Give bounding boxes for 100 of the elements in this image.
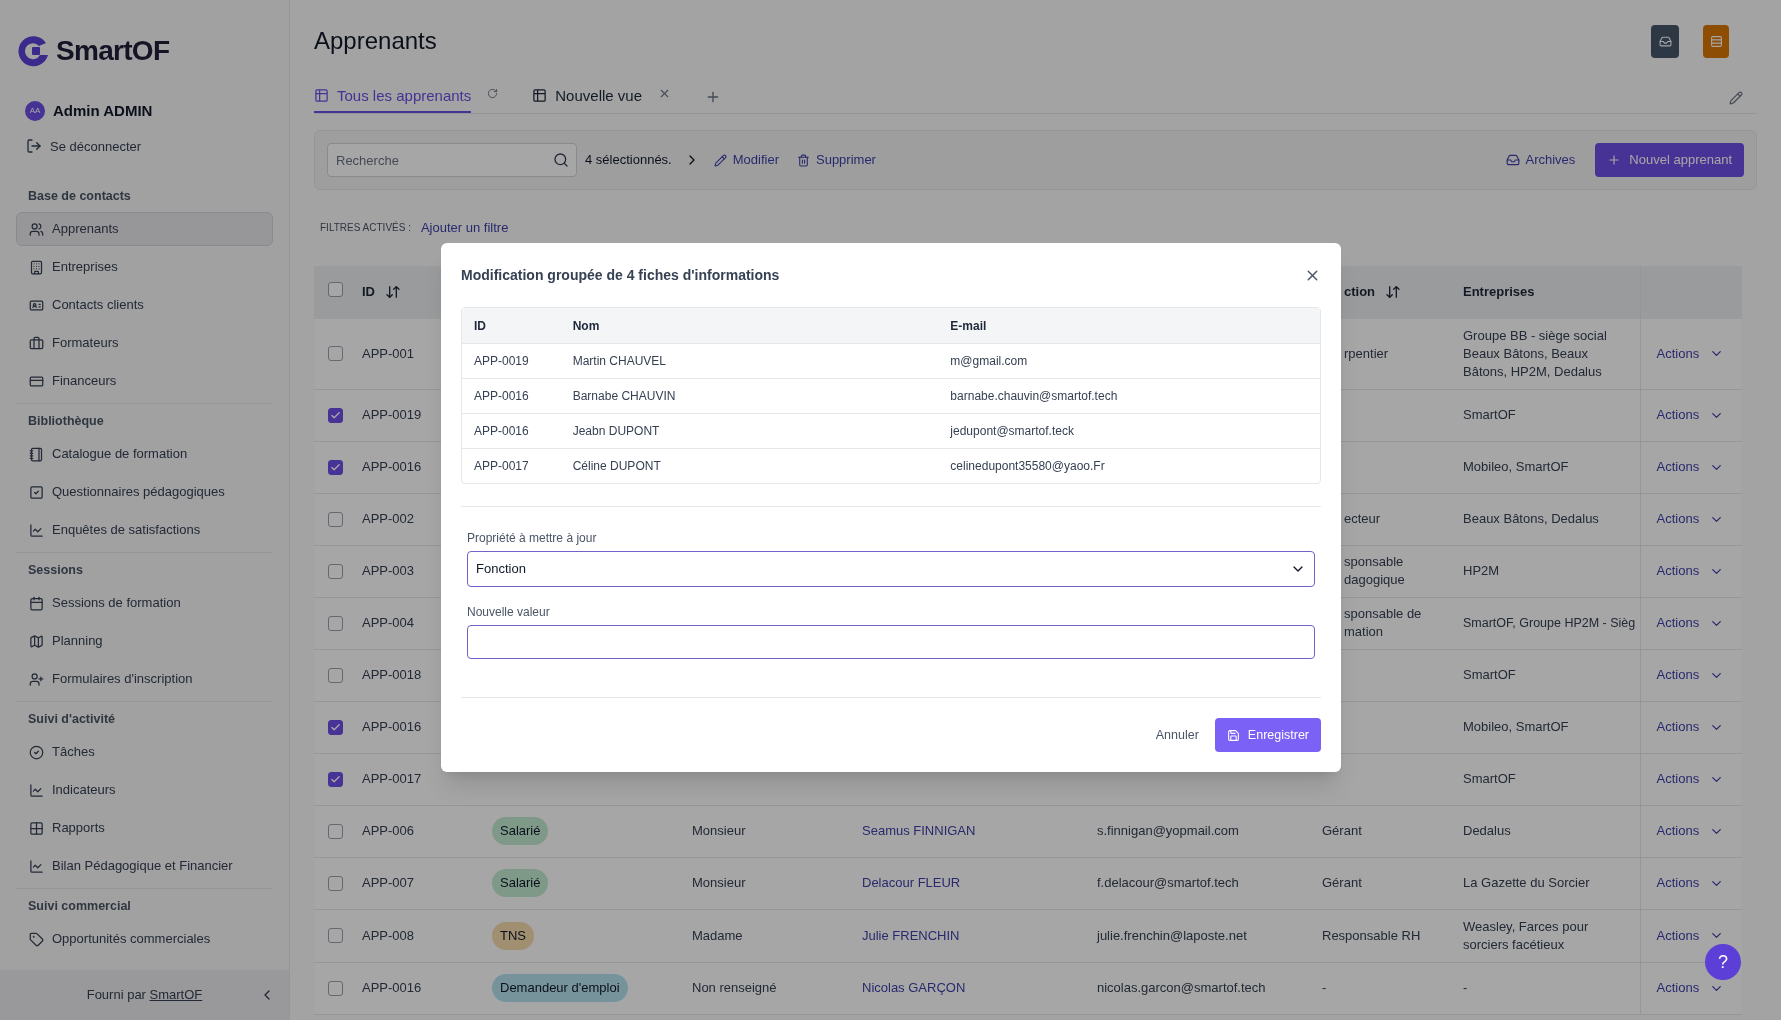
checkbox[interactable] bbox=[328, 407, 343, 423]
search-field[interactable]: Recherche bbox=[327, 143, 577, 177]
checkbox[interactable] bbox=[328, 667, 343, 683]
refresh-icon[interactable] bbox=[487, 88, 499, 100]
sidebar-item[interactable]: Indicateurs bbox=[16, 773, 273, 807]
sidebar-item[interactable]: Sessions de formation bbox=[16, 586, 273, 620]
table-cell: Beaux Bâtons, Dedalus bbox=[1463, 511, 1599, 526]
sidebar-item[interactable]: Financeurs bbox=[16, 364, 273, 398]
checkbox[interactable] bbox=[328, 346, 343, 361]
sidebar-item[interactable]: Bilan Pédagogique et Financier bbox=[16, 849, 273, 883]
sidebar-item[interactable]: Contacts clients bbox=[16, 288, 273, 322]
checkbox[interactable] bbox=[328, 459, 343, 475]
learner-link[interactable]: Nicolas GARÇON bbox=[862, 980, 966, 995]
section-title: Base de contacts bbox=[28, 188, 132, 206]
new-value-field[interactable] bbox=[467, 625, 1315, 659]
column-header: ID bbox=[362, 283, 375, 301]
table-cell: SmartOF bbox=[1463, 407, 1516, 422]
checkbox[interactable] bbox=[328, 719, 343, 735]
sidebar-item[interactable]: Rapports bbox=[16, 811, 273, 845]
section-title: Sessions bbox=[28, 562, 84, 580]
actions-dropdown[interactable]: Actions bbox=[1656, 562, 1725, 580]
learner-link[interactable]: Julie FRENCHIN bbox=[862, 927, 960, 943]
table-cell: nicolas.garcon@smartof.tech bbox=[1097, 980, 1266, 995]
sidebar-item[interactable]: Planning bbox=[16, 624, 273, 658]
checkbox[interactable] bbox=[328, 615, 343, 631]
dialog-title: Modification groupée de 4 fiches d'informations bbox=[461, 265, 780, 285]
actions-dropdown[interactable]: Actions bbox=[1656, 614, 1725, 632]
table-cell: Barnabe CHAUVIN bbox=[572, 389, 676, 403]
edit-icon[interactable] bbox=[1729, 91, 1743, 105]
inbox-icon bbox=[1505, 153, 1520, 167]
learner-link[interactable]: Delacour FLEUR bbox=[862, 875, 961, 890]
save-button[interactable]: Enregistrer bbox=[1214, 718, 1321, 752]
actions-dropdown[interactable]: Actions bbox=[1656, 406, 1725, 424]
sidebar-item[interactable]: Questionnaires pédagogiques bbox=[16, 475, 273, 509]
sidebar-item[interactable]: Entreprises bbox=[16, 250, 273, 284]
table-cell: julie.frenchin@laposte.net bbox=[1097, 927, 1247, 943]
view-tab[interactable]: Nouvelle vue bbox=[532, 84, 642, 113]
table-cell: Monsieur bbox=[692, 875, 746, 890]
delete-button[interactable]: Supprimer bbox=[797, 150, 876, 170]
checkbox[interactable] bbox=[328, 511, 343, 527]
actions-dropdown[interactable]: Actions bbox=[1656, 822, 1725, 840]
sidebar-item[interactable]: Formateurs bbox=[16, 326, 273, 360]
actions-dropdown[interactable]: Actions bbox=[1656, 718, 1725, 736]
sidebar-item[interactable]: Opportunités commerciales bbox=[16, 922, 273, 956]
new-learner-button[interactable]: Nouvel apprenant bbox=[1595, 143, 1744, 177]
add-filter-link[interactable]: Ajouter un filtre bbox=[420, 218, 509, 238]
sidebar-item[interactable]: Apprenants bbox=[16, 212, 273, 246]
archives-button[interactable]: Archives bbox=[1505, 150, 1576, 170]
actions-dropdown[interactable]: Actions bbox=[1656, 770, 1725, 788]
checkbox[interactable] bbox=[328, 282, 343, 297]
actions-dropdown[interactable]: Actions bbox=[1656, 510, 1725, 528]
actions-dropdown[interactable]: Actions bbox=[1656, 344, 1725, 363]
sidebar-item[interactable]: Formulaires d'inscription bbox=[16, 662, 273, 696]
checkbox[interactable] bbox=[328, 771, 343, 787]
list-button[interactable] bbox=[1703, 24, 1729, 58]
trash-icon bbox=[797, 153, 810, 167]
table-cell: APP-0016 bbox=[474, 389, 529, 403]
checkbox[interactable] bbox=[328, 563, 343, 579]
add-tab-icon[interactable] bbox=[705, 89, 721, 105]
table-cell: Non renseigné bbox=[692, 980, 777, 995]
tag-icon bbox=[29, 931, 44, 947]
checkbox[interactable] bbox=[328, 980, 343, 996]
page-title: Apprenants bbox=[314, 26, 437, 56]
sidebar-item[interactable]: Enquêtes de satisfactions bbox=[16, 513, 273, 547]
check-icon bbox=[330, 461, 341, 473]
table-cell: APP-0018 bbox=[362, 667, 422, 682]
footer-link[interactable]: SmartOF bbox=[149, 987, 203, 1003]
actions-dropdown[interactable]: Actions bbox=[1656, 458, 1725, 476]
checkbox[interactable] bbox=[328, 875, 343, 891]
checkbox-icon bbox=[29, 484, 44, 500]
view-tab[interactable]: Tous les apprenants bbox=[314, 84, 472, 113]
property-select[interactable]: Fonction bbox=[467, 551, 1315, 587]
edit-button[interactable]: Modifier bbox=[713, 150, 779, 170]
table-cell: APP-0017 bbox=[474, 459, 529, 473]
table-cell: Madame bbox=[692, 927, 743, 943]
sidebar-item[interactable]: Tâches bbox=[16, 735, 273, 769]
briefcase-icon bbox=[29, 335, 44, 351]
actions-dropdown[interactable]: Actions bbox=[1656, 666, 1725, 684]
sort-icon[interactable] bbox=[1385, 284, 1402, 300]
checkbox[interactable] bbox=[328, 823, 343, 839]
table-cell: APP-007 bbox=[362, 875, 415, 890]
id-card-icon bbox=[29, 297, 44, 313]
actions-dropdown[interactable]: Actions bbox=[1656, 979, 1725, 997]
learner-link[interactable]: Seamus FINNIGAN bbox=[862, 823, 976, 838]
logout-link[interactable]: Se déconnecter bbox=[26, 136, 142, 156]
sort-icon[interactable] bbox=[385, 284, 401, 300]
checkbox[interactable] bbox=[328, 928, 343, 943]
actions-dropdown[interactable]: Actions bbox=[1656, 926, 1725, 945]
cancel-button[interactable]: Annuler bbox=[1155, 725, 1199, 745]
column-header: Nom bbox=[572, 318, 600, 333]
field-label: Nouvelle valeur bbox=[467, 604, 551, 621]
search-icon[interactable] bbox=[553, 152, 569, 168]
table-cell: APP-0019 bbox=[362, 407, 422, 422]
actions-dropdown[interactable]: Actions bbox=[1656, 874, 1725, 892]
column-header: ction bbox=[1344, 283, 1376, 301]
sidebar-item[interactable]: Catalogue de formation bbox=[16, 437, 273, 471]
user-avatar: AA bbox=[25, 101, 45, 122]
inbox-button[interactable] bbox=[1651, 24, 1679, 58]
user-plus-icon bbox=[29, 671, 44, 687]
table-cell: Mobileo, SmartOF bbox=[1463, 459, 1569, 474]
